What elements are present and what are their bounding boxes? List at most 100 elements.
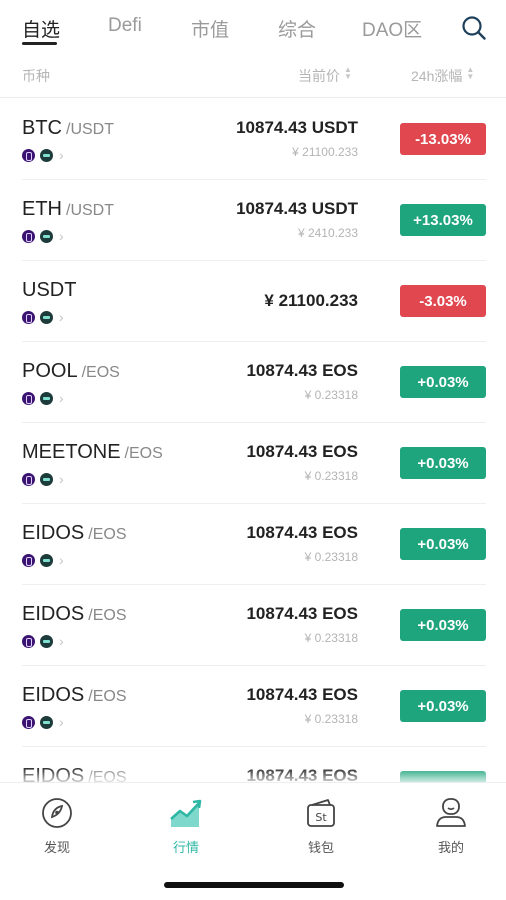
pair-name: ETH/USDT <box>22 198 114 221</box>
change-badge[interactable]: +0.03% <box>400 690 486 722</box>
search-icon[interactable] <box>460 14 488 42</box>
cny-price: ¥ 0.23318 <box>304 550 358 564</box>
cny-price: ¥ 21100.233 <box>292 145 358 159</box>
tab-defi[interactable]: Defi <box>108 15 142 37</box>
pair-name: BTC/USDT <box>22 117 114 140</box>
cny-price: ¥ 0.23318 <box>304 712 358 726</box>
pair-quote: /EOS <box>88 688 127 705</box>
change-badge[interactable]: +0.03% <box>400 447 486 479</box>
current-price: 10874.43 USDT <box>236 199 358 218</box>
cny-price: ¥ 2410.233 <box>297 226 358 240</box>
eos-chain-icon <box>22 553 35 567</box>
market-row[interactable]: EIDOS/EOS›10874.43 EOS¥ 0.23318+0.03% <box>0 747 506 782</box>
pair-quote: /EOS <box>88 526 127 543</box>
chain-badges: › <box>22 471 64 487</box>
cny-price: ¥ 0.23318 <box>304 631 358 645</box>
cny-price: ¥ 0.23318 <box>304 469 358 483</box>
chevron-right-icon: › <box>59 552 64 568</box>
chevron-right-icon: › <box>59 390 64 406</box>
pair-symbol: USDT <box>22 279 77 301</box>
wallet-chain-icon <box>40 391 53 405</box>
eos-chain-icon <box>22 310 35 324</box>
active-tab-indicator <box>22 42 57 45</box>
nav-wallet[interactable]: St 钱包 <box>281 797 361 856</box>
chevron-right-icon: › <box>59 228 64 244</box>
pair-symbol: EIDOS <box>22 684 85 706</box>
column-coin: 币种 <box>22 68 50 84</box>
current-price: ¥ 21100.233 <box>264 291 358 310</box>
pair-symbol: EIDOS <box>22 765 85 782</box>
chain-badges: › <box>22 552 64 568</box>
home-indicator <box>164 882 344 888</box>
svg-text:St: St <box>315 811 327 824</box>
tab-watchlist[interactable]: 自选 <box>22 15 60 42</box>
market-row[interactable]: MEETONE/EOS › 10874.43 EOS ¥ 0.23318 +0.03% <box>0 423 506 504</box>
pair-name: EIDOS/EOS <box>22 765 126 782</box>
pair-name: MEETONE/EOS <box>22 441 163 464</box>
pair-name: POOL/EOS <box>22 360 120 383</box>
pair-quote: /USDT <box>66 202 114 219</box>
change-badge[interactable]: -3.03% <box>400 285 486 317</box>
sort-arrows-icon: ▲ ▼ <box>466 65 475 81</box>
wallet-chain-icon <box>40 148 53 162</box>
market-list[interactable]: BTC/USDT › 10874.43 USDT ¥ 21100.233 -13.03%… <box>0 99 506 782</box>
change-badge[interactable]: +13.03% <box>400 204 486 236</box>
market-row[interactable]: BTC/USDT › 10874.43 USDT ¥ 21100.233 -13.03% <box>0 99 506 180</box>
change-badge[interactable]: +0.03% <box>400 609 486 641</box>
market-chart-icon <box>170 799 202 827</box>
nav-market-label: 行情 <box>172 840 199 855</box>
pair-quote: /EOS <box>124 445 163 462</box>
wallet-chain-icon <box>40 310 53 324</box>
market-row[interactable]: EIDOS/EOS›10874.43 EOS¥ 0.23318+0.03% <box>0 585 506 666</box>
change-badge[interactable]: +0.03% <box>400 528 486 560</box>
pair-name: USDT <box>22 279 80 302</box>
discover-icon <box>42 798 72 828</box>
pair-symbol: MEETONE <box>22 441 121 463</box>
pair-quote: /EOS <box>81 364 120 381</box>
eos-chain-icon <box>22 229 35 243</box>
current-price: 10874.43 EOS <box>246 442 358 461</box>
change-badge[interactable]: -13.03% <box>400 123 486 155</box>
current-price: 10874.43 EOS <box>246 685 358 704</box>
pair-symbol: POOL <box>22 360 78 382</box>
column-price-sort[interactable]: 当前价 ▲ ▼ <box>298 66 352 86</box>
market-row[interactable]: EIDOS/EOS › 10874.43 EOS ¥ 0.23318 +0.03% <box>0 504 506 585</box>
tab-dao[interactable]: DAO区 <box>362 15 422 42</box>
nav-wallet-label: 钱包 <box>307 840 334 855</box>
nav-profile[interactable]: 我的 <box>411 797 491 856</box>
current-price: 10874.43 EOS <box>246 523 358 542</box>
wallet-chain-icon <box>40 715 53 729</box>
nav-discover[interactable]: 发现 <box>17 797 97 856</box>
pair-symbol: EIDOS <box>22 522 85 544</box>
cny-price: ¥ 0.23318 <box>304 388 358 402</box>
market-row[interactable]: POOL/EOS › 10874.43 EOS ¥ 0.23318 +0.03% <box>0 342 506 423</box>
tab-market-cap[interactable]: 市值 <box>191 15 229 42</box>
current-price: 10874.43 EOS <box>246 766 358 782</box>
pair-name: EIDOS/EOS <box>22 684 126 707</box>
wallet-icon: St <box>307 799 335 827</box>
market-row[interactable]: ETH/USDT › 10874.43 USDT ¥ 2410.233 +13.03% <box>0 180 506 261</box>
tab-overview[interactable]: 综合 <box>278 15 316 42</box>
change-badge[interactable]: +0.03% <box>400 366 486 398</box>
pair-symbol: ETH <box>22 198 62 220</box>
column-header: 币种 当前价 ▲ ▼ 24h涨幅 ▲ ▼ <box>0 52 506 98</box>
chain-badges: › <box>22 147 64 163</box>
eos-chain-icon <box>22 715 35 729</box>
chain-badges: › <box>22 309 64 325</box>
chevron-right-icon: › <box>59 633 64 649</box>
sort-arrows-icon: ▲ ▼ <box>344 65 352 81</box>
eos-chain-icon <box>22 148 35 162</box>
wallet-chain-icon <box>40 634 53 648</box>
current-price: 10874.43 EOS <box>246 361 358 380</box>
market-row[interactable]: EIDOS/EOS›10874.43 EOS¥ 0.23318+0.03% <box>0 666 506 747</box>
nav-market[interactable]: 行情 <box>146 797 226 856</box>
change-badge[interactable]: +0.03% <box>400 771 486 782</box>
market-row[interactable]: USDT › ¥ 21100.233 -3.03% <box>0 261 506 342</box>
column-price-label: 当前价 <box>298 68 340 84</box>
eos-chain-icon <box>22 391 35 405</box>
nav-discover-label: 发现 <box>43 840 70 855</box>
nav-profile-label: 我的 <box>437 840 464 855</box>
pair-quote: /USDT <box>66 121 114 138</box>
current-price: 10874.43 EOS <box>246 604 358 623</box>
column-change-sort[interactable]: 24h涨幅 ▲ ▼ <box>411 66 474 86</box>
